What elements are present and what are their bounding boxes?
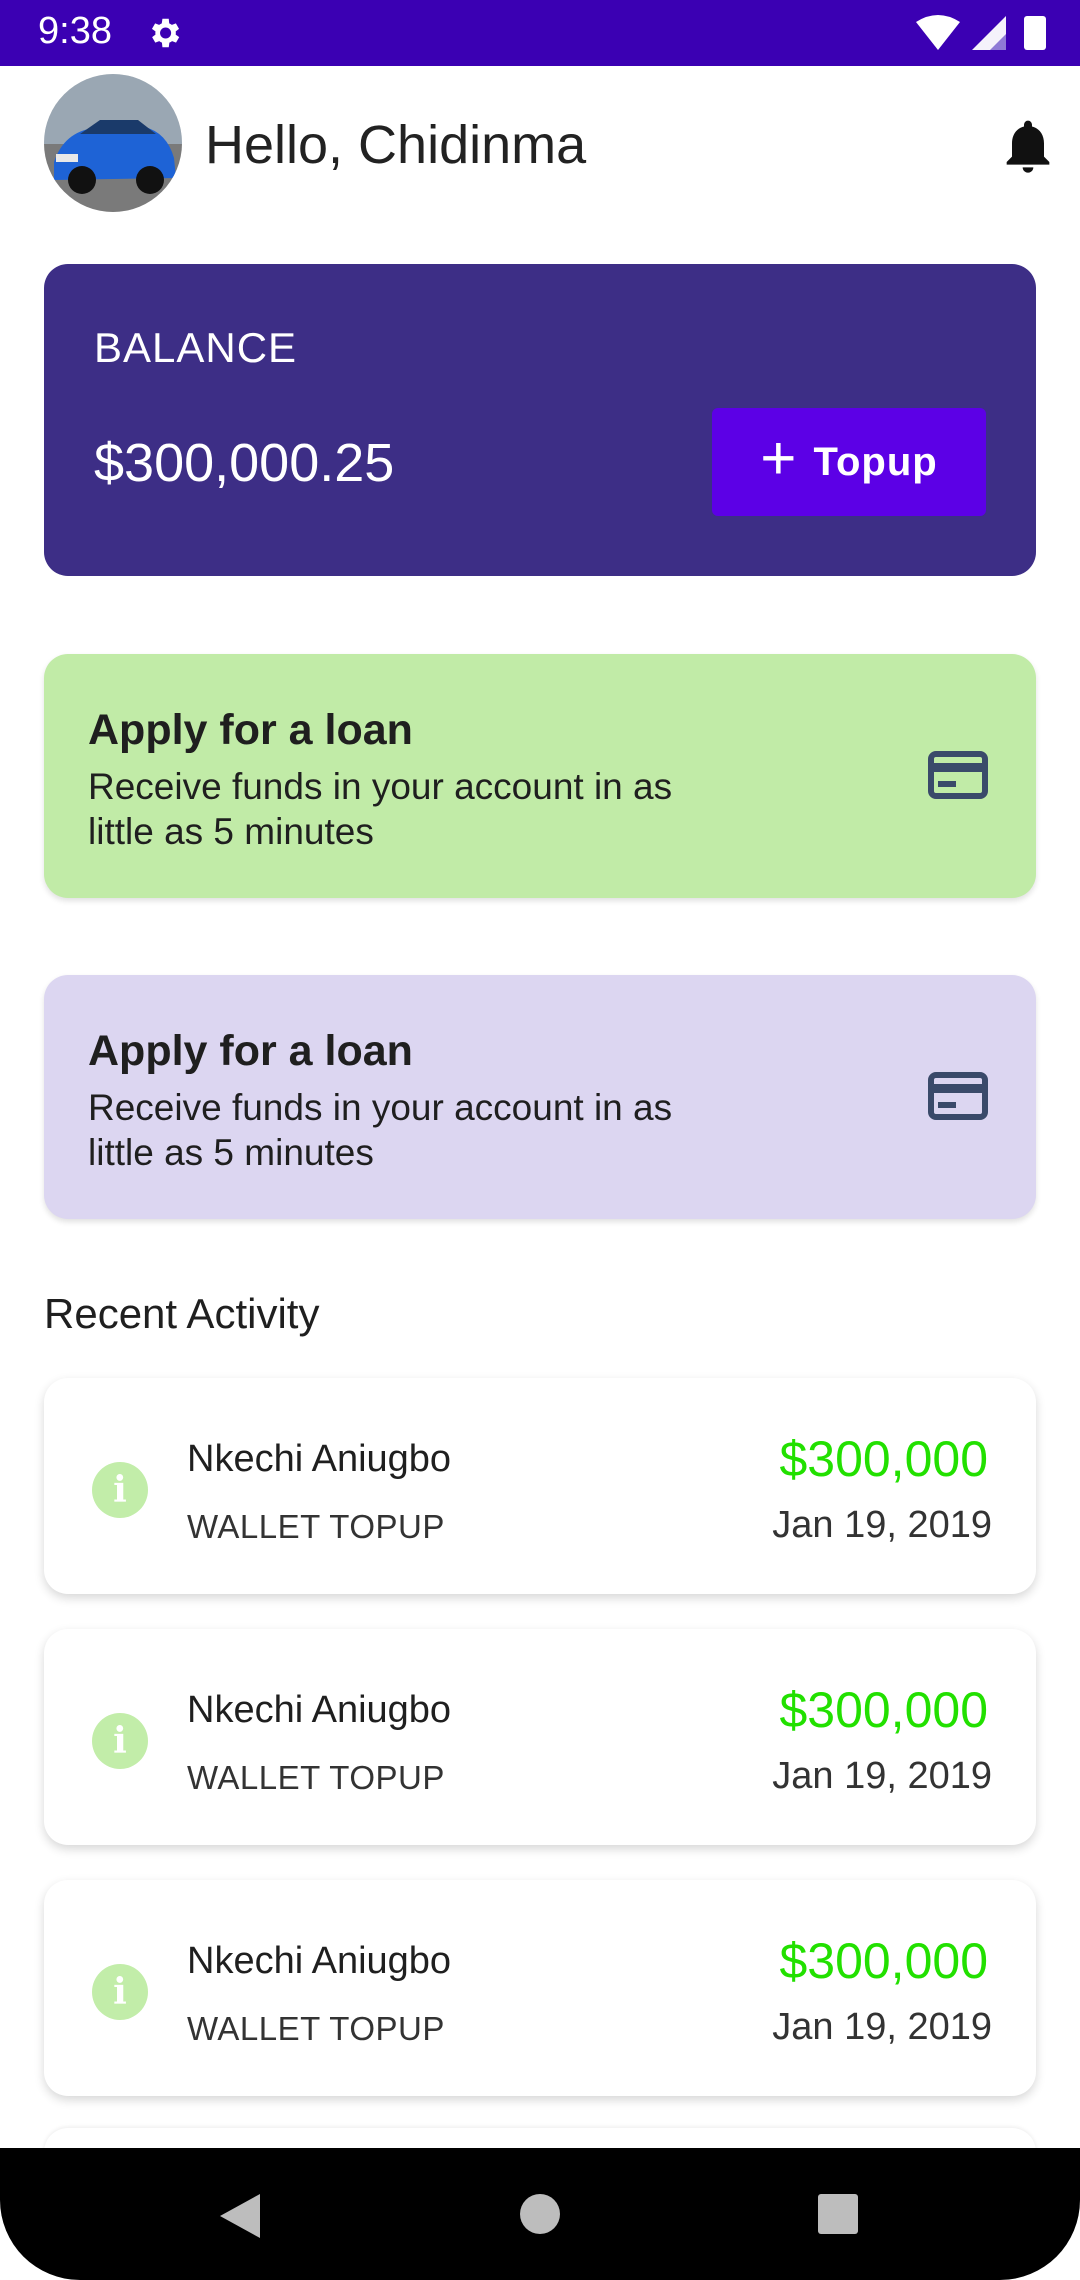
- activity-name: Nkechi Aniugbo: [187, 1940, 452, 1982]
- activity-amount: $300,000: [779, 1431, 988, 1487]
- loan-description: Receive funds in your account in as litt…: [88, 766, 673, 852]
- recents-icon[interactable]: [818, 2194, 858, 2234]
- status-bar: 9:38: [0, 0, 1080, 66]
- info-icon: i: [92, 1713, 148, 1769]
- credit-card-icon: [928, 1072, 988, 1120]
- battery-icon: [1024, 16, 1046, 50]
- wifi-icon: [916, 15, 960, 50]
- loan-description: Receive funds in your account in as litt…: [88, 1087, 673, 1173]
- activity-name: Nkechi Aniugbo: [187, 1689, 452, 1731]
- activity-item[interactable]: i Nkechi Aniugbo WALLET TOPUP $300,000 J…: [44, 1378, 1036, 1594]
- activity-date: Jan 19, 2019: [772, 1504, 992, 1546]
- header: Hello, Chidinma: [0, 66, 1080, 226]
- info-icon: i: [92, 1462, 148, 1518]
- navigation-bar: [0, 2148, 1080, 2280]
- plus-icon: +: [760, 424, 798, 493]
- topup-button[interactable]: + Topup: [712, 408, 986, 516]
- loan-title: Apply for a loan: [88, 706, 413, 754]
- loan-title: Apply for a loan: [88, 1027, 413, 1075]
- activity-type: WALLET TOPUP: [187, 2010, 445, 2047]
- activity-date: Jan 19, 2019: [772, 2006, 992, 2048]
- recent-activity-title: Recent Activity: [44, 1290, 320, 1337]
- balance-card: BALANCE $300,000.25 + Topup: [44, 264, 1036, 576]
- balance-label: BALANCE: [94, 324, 298, 371]
- gear-icon: [151, 18, 180, 48]
- greeting-text: Hello, Chidinma: [205, 115, 587, 175]
- home-icon[interactable]: [520, 2194, 560, 2234]
- status-time: 9:38: [38, 10, 112, 52]
- activity-name: Nkechi Aniugbo: [187, 1438, 452, 1480]
- avatar[interactable]: [44, 74, 182, 212]
- credit-card-icon: [928, 751, 988, 799]
- activity-type: WALLET TOPUP: [187, 1759, 445, 1796]
- activity-type: WALLET TOPUP: [187, 1508, 445, 1545]
- activity-item[interactable]: i Nkechi Aniugbo WALLET TOPUP $300,000 J…: [44, 1629, 1036, 1845]
- loan-card[interactable]: Apply for a loan Receive funds in your a…: [44, 654, 1036, 898]
- activity-amount: $300,000: [779, 1933, 988, 1989]
- back-icon[interactable]: [218, 2192, 262, 2240]
- topup-label: Topup: [813, 439, 938, 484]
- activity-amount: $300,000: [779, 1682, 988, 1738]
- bell-icon[interactable]: [996, 114, 1060, 178]
- activity-date: Jan 19, 2019: [772, 1755, 992, 1797]
- activity-item[interactable]: i Nkechi Aniugbo WALLET TOPUP $300,000 J…: [44, 1880, 1036, 2096]
- info-icon: i: [92, 1964, 148, 2020]
- balance-amount: $300,000.25: [94, 433, 395, 493]
- loan-card[interactable]: Apply for a loan Receive funds in your a…: [44, 975, 1036, 1219]
- status-indicators: [916, 15, 1046, 50]
